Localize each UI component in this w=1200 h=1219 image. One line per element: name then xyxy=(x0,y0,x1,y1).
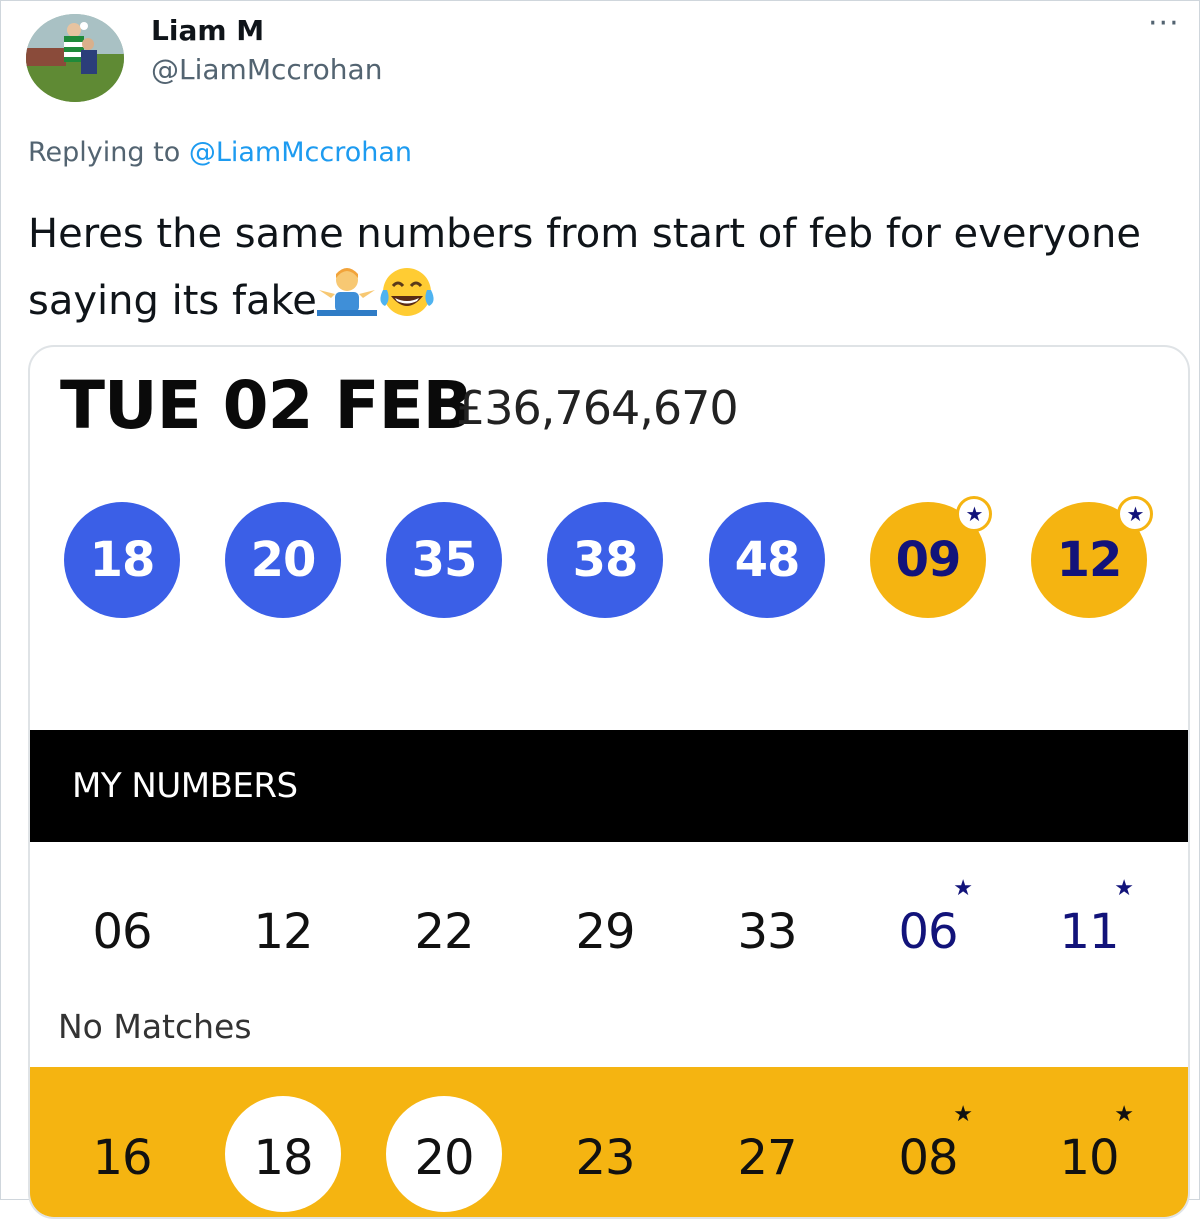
replying-to-line: Replying to @LiamMccrohan xyxy=(28,137,412,168)
star-icon: ★ xyxy=(953,1102,973,1127)
replying-mention-link[interactable]: @LiamMccrohan xyxy=(189,137,412,168)
my-number: 23 xyxy=(575,1130,635,1186)
my-number-matched: 18 xyxy=(253,1130,313,1186)
my-lucky-star: 10 ★ xyxy=(1031,1102,1147,1186)
lucky-star-value: 12 xyxy=(1056,532,1123,588)
match-status: No Matches xyxy=(58,1007,252,1046)
face-with-tears-of-joy-emoji xyxy=(380,268,434,316)
my-number: 12 xyxy=(253,904,313,960)
main-ball: 35 xyxy=(386,502,502,618)
main-ball: 20 xyxy=(225,502,341,618)
star-icon: ★ xyxy=(953,876,973,901)
main-ball: 48 xyxy=(709,502,825,618)
lucky-star-value: 09 xyxy=(895,532,962,588)
tweet-text-line-2-words: saying its fake xyxy=(28,278,317,324)
more-options-icon[interactable]: ··· xyxy=(1148,6,1180,41)
my-lucky-star: 06 ★ xyxy=(870,876,986,960)
tweet-text-line-1: Heres the same numbers from start of feb… xyxy=(28,211,1141,257)
main-ball: 38 xyxy=(547,502,663,618)
avatar[interactable] xyxy=(26,14,124,102)
author-name[interactable]: Liam M xyxy=(151,14,264,47)
person-shrugging-emoji xyxy=(316,268,377,316)
avatar-photo xyxy=(26,14,124,102)
lottery-result-card[interactable]: TUE 02 FEB £36,764,670 18 20 35 38 48 09… xyxy=(28,345,1190,1219)
my-lucky-star-value: 10 xyxy=(1059,1130,1119,1186)
my-number: 29 xyxy=(575,904,635,960)
my-lucky-star-value: 08 xyxy=(898,1130,958,1186)
star-icon: ★ xyxy=(1114,1102,1134,1127)
my-number: 16 xyxy=(92,1130,152,1186)
star-icon: ★ xyxy=(956,496,992,532)
my-number: 33 xyxy=(737,904,797,960)
lucky-star-ball: 09 ★ xyxy=(870,496,992,618)
lucky-star-ball: 12 ★ xyxy=(1031,496,1153,618)
my-lucky-star-value: 06 xyxy=(898,904,958,960)
my-number: 27 xyxy=(737,1130,797,1186)
my-lucky-star: 11 ★ xyxy=(1031,876,1147,960)
my-number: 22 xyxy=(414,904,474,960)
my-numbers-label: MY NUMBERS xyxy=(72,766,298,806)
star-icon: ★ xyxy=(1114,876,1134,901)
my-lucky-star-value: 11 xyxy=(1059,904,1119,960)
star-icon: ★ xyxy=(1117,496,1153,532)
author-handle[interactable]: @LiamMccrohan xyxy=(151,53,382,86)
tweet-text-line-2: saying its fake xyxy=(28,264,1188,331)
main-ball: 18 xyxy=(64,502,180,618)
jackpot-amount: £36,764,670 xyxy=(456,381,739,435)
replying-prefix: Replying to xyxy=(28,137,189,168)
tweet-text: Heres the same numbers from start of feb… xyxy=(28,204,1188,331)
my-numbers-header: MY NUMBERS xyxy=(30,730,1188,842)
my-number-matched: 20 xyxy=(414,1130,474,1186)
my-number: 06 xyxy=(92,904,152,960)
my-lucky-star: 08 ★ xyxy=(870,1102,986,1186)
draw-date: TUE 02 FEB xyxy=(60,367,473,444)
